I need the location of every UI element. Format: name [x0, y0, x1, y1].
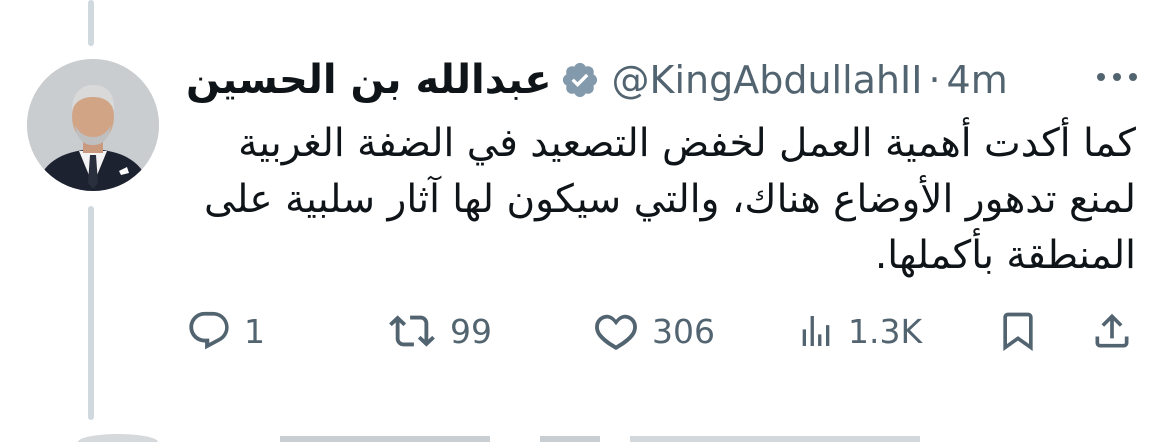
bookmark-icon: [1003, 312, 1033, 352]
reply-button[interactable]: 1: [186, 306, 265, 356]
views-count: 1.3K: [848, 311, 923, 351]
header-separator: ·: [928, 58, 941, 102]
reply-count: 1: [244, 311, 265, 351]
reply-bubble-icon: [189, 311, 229, 350]
repost-count: 99: [450, 311, 492, 351]
tweet-timestamp[interactable]: 4m: [947, 58, 1008, 102]
share-button[interactable]: [1090, 306, 1134, 356]
tweet-text: كما أكدت أهمية العمل لخفض التصعيد في الض…: [203, 121, 1136, 278]
thread-line-bottom: [88, 206, 94, 420]
bookmark-button[interactable]: [996, 306, 1040, 356]
repost-icon: [389, 315, 435, 347]
next-tweet-peek: [78, 434, 920, 442]
like-button[interactable]: 306: [592, 306, 715, 356]
more-horizontal-icon[interactable]: [1094, 62, 1140, 92]
heart-icon: [595, 314, 637, 350]
thread-line-top: [88, 0, 94, 46]
views-bar-chart-icon: [802, 316, 830, 346]
repost-button[interactable]: 99: [386, 306, 492, 356]
avatar[interactable]: [27, 59, 159, 191]
tweet-header: عبدالله بن الحسين @KingAbdullahII · 4m: [186, 50, 1032, 110]
author-handle[interactable]: @KingAbdullahII: [612, 58, 923, 102]
views-button[interactable]: 1.3K: [796, 306, 922, 356]
verified-badge-icon: [562, 62, 597, 98]
like-count: 306: [652, 311, 715, 351]
display-name[interactable]: عبدالله بن الحسين: [186, 57, 552, 103]
tweet-actions: 1 99 306 1.3K: [186, 306, 1146, 356]
share-upload-icon: [1095, 313, 1129, 348]
